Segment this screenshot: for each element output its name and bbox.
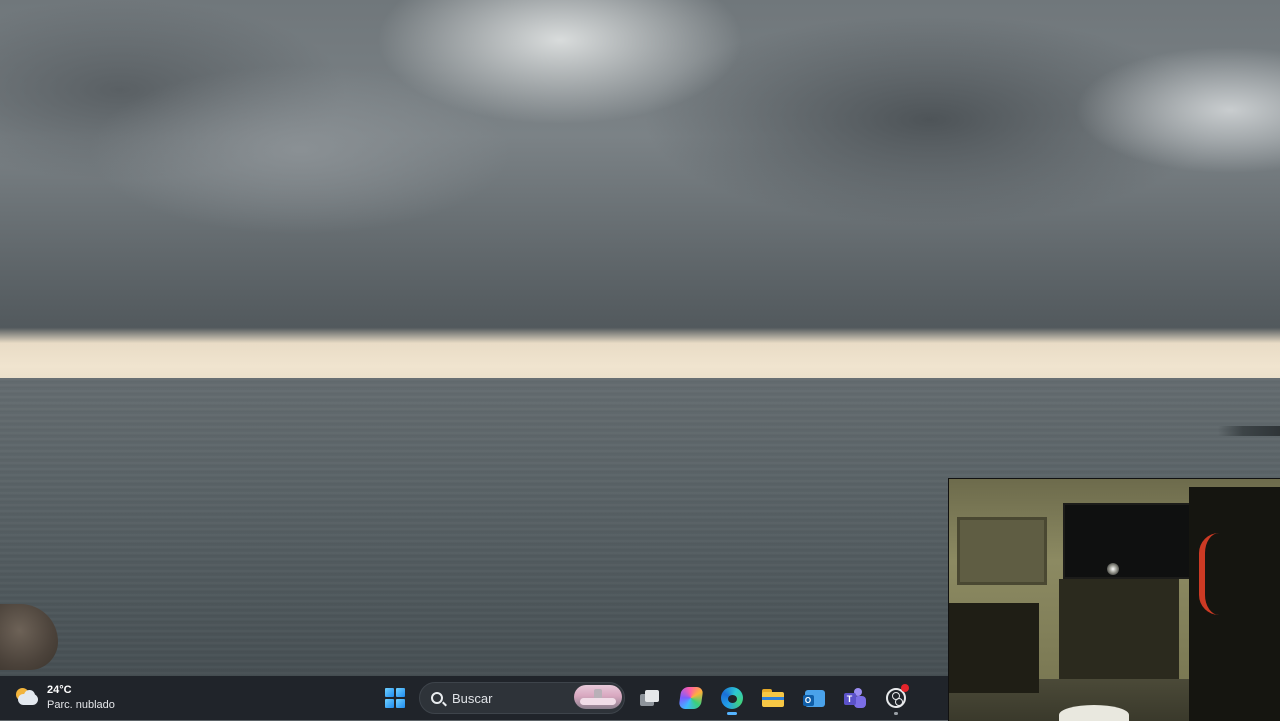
outlook-icon: O (802, 688, 825, 708)
camera-bright-object (1059, 705, 1129, 721)
wallpaper-pier (1218, 426, 1280, 436)
camera-headphones (1199, 533, 1245, 615)
taskbar: 24°C Parc. nublado Buscar O T (0, 676, 948, 720)
camera-preview-overlay[interactable] (948, 478, 1280, 721)
start-button[interactable] (377, 680, 413, 716)
task-view-button[interactable] (632, 680, 668, 716)
copilot-button[interactable] (673, 680, 709, 716)
teams-icon: T (843, 688, 866, 708)
search-highlight-image[interactable] (574, 685, 622, 709)
camera-chair (949, 603, 1039, 693)
outlook-button[interactable]: O (796, 680, 832, 716)
open-window-indicator (893, 712, 898, 715)
teams-button[interactable]: T (837, 680, 873, 716)
recording-badge-icon (900, 684, 909, 692)
weather-temperature: 24°C (47, 684, 72, 696)
taskbar-search-box[interactable]: Buscar (419, 682, 625, 714)
weather-condition: Parc. nublado (47, 699, 115, 711)
edge-icon (720, 687, 743, 709)
edge-button[interactable] (714, 680, 750, 716)
task-view-icon (639, 690, 660, 706)
wallpaper-sky (0, 0, 1280, 390)
search-placeholder: Buscar (452, 690, 493, 706)
active-window-indicator (726, 712, 737, 715)
taskbar-center-apps: Buscar O T (374, 680, 916, 716)
obs-button[interactable] (878, 680, 914, 716)
weather-widget[interactable]: 24°C Parc. nublado (14, 680, 115, 716)
file-explorer-button[interactable] (755, 680, 791, 716)
search-icon (431, 692, 443, 704)
camera-picture-frame (957, 517, 1047, 585)
windows-start-icon (384, 688, 405, 708)
folder-icon (761, 689, 784, 707)
camera-shelf (1059, 579, 1179, 679)
camera-light-reflection (1107, 563, 1119, 575)
copilot-icon (677, 687, 704, 709)
partly-cloudy-icon (14, 685, 40, 711)
